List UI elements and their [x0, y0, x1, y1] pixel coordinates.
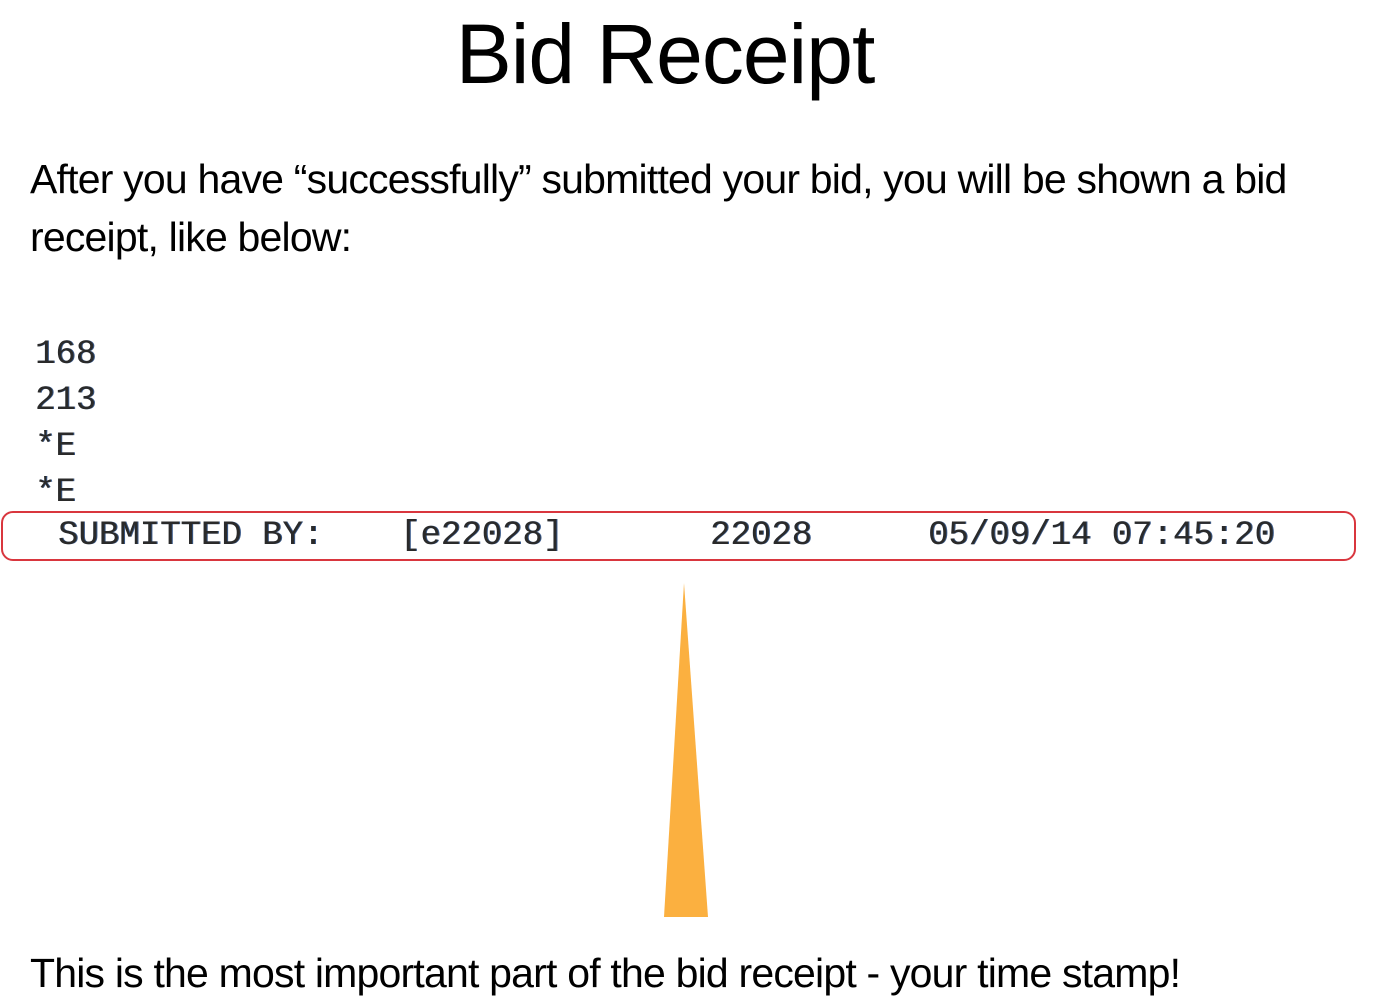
submitted-by-row: SUBMITTED BY: [e22028] 22028 05/09/14 07…	[58, 513, 1348, 559]
note-text: This is the most important part of the b…	[30, 950, 1181, 996]
submitted-by-label: SUBMITTED BY:	[58, 517, 324, 555]
receipt-line: *E	[35, 428, 76, 466]
submitted-by-user: [e22028]	[400, 517, 564, 555]
time-stamp: 05/09/14 07:45:20	[928, 517, 1275, 555]
receipt-line: 168	[35, 336, 97, 374]
page-title: Bid Receipt	[455, 7, 876, 101]
receipt-lines: 168 213 *E *E	[35, 332, 96, 516]
receipt-line: *E	[35, 474, 76, 512]
pointer-shape	[664, 583, 708, 917]
intro-text: After you have “successfully” submitted …	[30, 156, 1287, 260]
upward-pointer-icon	[664, 583, 708, 917]
submitted-by-id: 22028	[710, 517, 813, 555]
receipt-line: 213	[35, 382, 97, 420]
